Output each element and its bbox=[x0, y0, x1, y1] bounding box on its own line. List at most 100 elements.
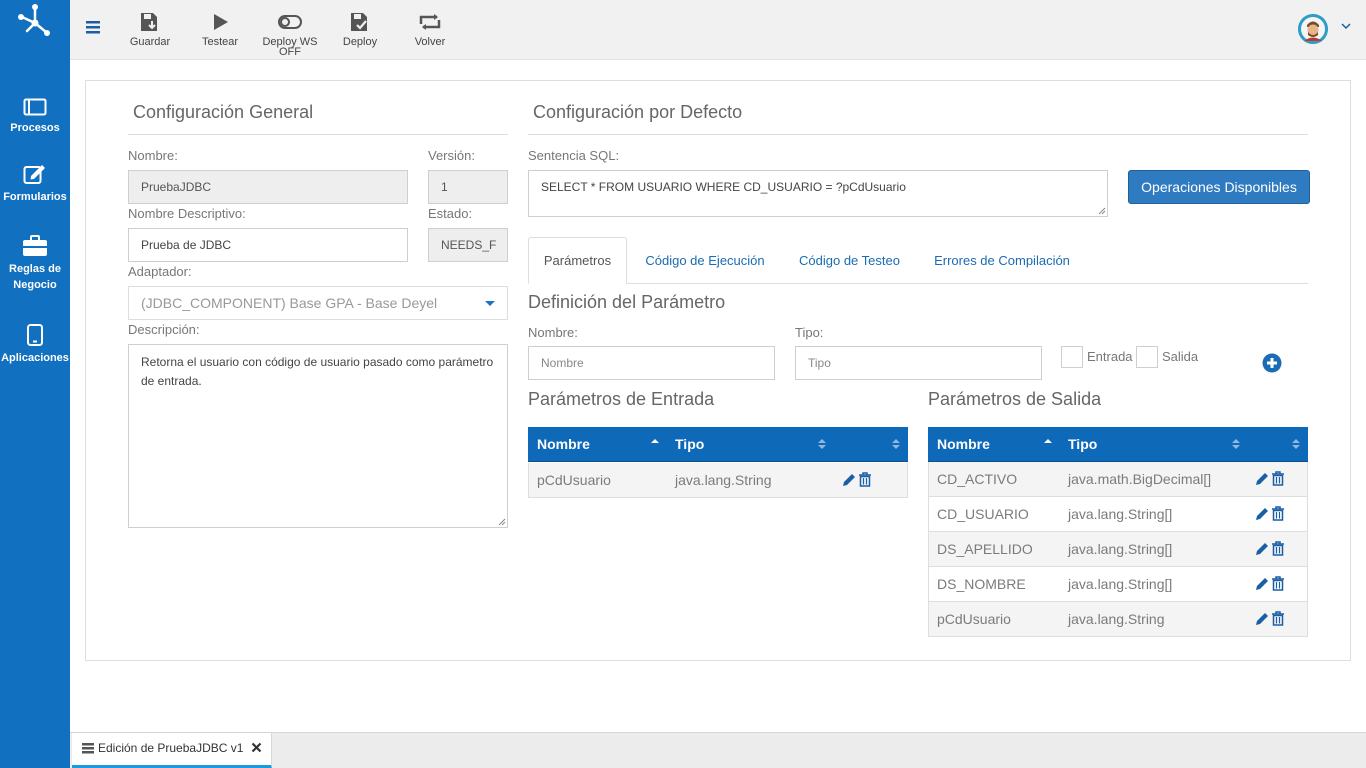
trash-icon[interactable] bbox=[1271, 471, 1285, 486]
deploy-ws-toggle[interactable]: Deploy WS OFF bbox=[255, 12, 325, 58]
sidebar-item-label: Formularios bbox=[3, 191, 67, 203]
cell-nombre: CD_USUARIO bbox=[937, 506, 1029, 522]
edit-icon[interactable] bbox=[842, 472, 857, 487]
adapter-value: (JDBC_COMPONENT) Base GPA - Base Deyel bbox=[141, 295, 438, 311]
trash-icon[interactable] bbox=[1271, 506, 1285, 521]
divider bbox=[128, 134, 508, 135]
resize-handle-icon[interactable] bbox=[498, 518, 506, 526]
salida-checkbox[interactable] bbox=[1136, 346, 1158, 368]
tab-edicion-pruebajdbc[interactable]: Edición de PruebaJDBC v1 bbox=[72, 733, 272, 768]
sort-asc-icon[interactable] bbox=[650, 438, 660, 450]
add-circle-icon[interactable] bbox=[1262, 353, 1282, 373]
sidebar: Procesos Formularios Reglas de Negocio A… bbox=[0, 0, 70, 768]
edit-icon[interactable] bbox=[1255, 541, 1270, 556]
main-card: Configuración General Nombre: PruebaJDBC… bbox=[85, 80, 1351, 661]
toolbar: Guardar Testear Deploy WS OFF Deploy Vol… bbox=[70, 0, 1366, 60]
tab-codigo-ejecucion[interactable]: Código de Ejecución bbox=[637, 237, 773, 283]
tabs-divider bbox=[528, 283, 1308, 284]
toggle-icon bbox=[278, 15, 302, 29]
close-icon[interactable] bbox=[251, 742, 262, 753]
param-def-title: Definición del Parámetro bbox=[528, 292, 726, 312]
cell-nombre: CD_ACTIVO bbox=[937, 471, 1018, 487]
resize-handle-icon[interactable] bbox=[1098, 207, 1106, 215]
entrada-checkbox[interactable] bbox=[1061, 346, 1083, 368]
table-row[interactable]: pCdUsuario java.lang.String bbox=[528, 463, 908, 498]
reglas-icon bbox=[23, 235, 47, 256]
chevron-down-icon bbox=[485, 301, 495, 306]
network-logo-icon[interactable] bbox=[15, 3, 55, 37]
table-header: Nombre Tipo bbox=[528, 427, 908, 462]
description-field[interactable]: Retorna el usuario con código de usuario… bbox=[128, 344, 508, 528]
description-text: Retorna el usuario con código de usuario… bbox=[141, 355, 494, 388]
table-row[interactable]: CD_USUARIO java.lang.String[] bbox=[928, 497, 1308, 532]
return-icon bbox=[419, 14, 441, 30]
tab-parametros[interactable]: Parámetros bbox=[528, 237, 627, 284]
description-label: Descripción: bbox=[128, 322, 200, 337]
avatar[interactable] bbox=[1298, 14, 1328, 44]
desc-name-field[interactable]: Prueba de JDBC bbox=[128, 228, 408, 262]
sidebar-item-aplicaciones[interactable]: Aplicaciones bbox=[0, 324, 70, 366]
formularios-icon bbox=[23, 165, 45, 184]
sidebar-item-label: Aplicaciones bbox=[1, 352, 69, 364]
sidebar-item-reglas[interactable]: Reglas de Negocio bbox=[0, 235, 70, 293]
trash-icon[interactable] bbox=[1271, 611, 1285, 626]
sort-icon[interactable] bbox=[891, 438, 901, 450]
edit-icon[interactable] bbox=[1255, 506, 1270, 521]
operations-button[interactable]: Operaciones Disponibles bbox=[1128, 170, 1310, 204]
cell-tipo: java.lang.String bbox=[1068, 611, 1165, 627]
name-field[interactable]: PruebaJDBC bbox=[128, 170, 408, 204]
cell-nombre: pCdUsuario bbox=[537, 472, 611, 488]
salida-label: Salida bbox=[1162, 349, 1199, 364]
cell-tipo: java.lang.String[] bbox=[1068, 506, 1173, 522]
test-button[interactable]: Testear bbox=[185, 12, 255, 48]
trash-icon[interactable] bbox=[1271, 576, 1285, 591]
deploy-button[interactable]: Deploy bbox=[325, 12, 395, 48]
output-params-title: Parámetros de Salida bbox=[928, 389, 1102, 409]
menu-icon[interactable] bbox=[85, 20, 101, 34]
adapter-label: Adaptador: bbox=[128, 264, 192, 279]
sql-field[interactable]: SELECT * FROM USUARIO WHERE CD_USUARIO =… bbox=[528, 170, 1108, 217]
table-row[interactable]: DS_NOMBRE java.lang.String[] bbox=[928, 567, 1308, 602]
back-button[interactable]: Volver bbox=[395, 12, 465, 48]
list-icon bbox=[82, 743, 94, 754]
save-button[interactable]: Guardar bbox=[115, 12, 185, 48]
column-header-tipo[interactable]: Tipo bbox=[1068, 427, 1097, 462]
cell-tipo: java.lang.String[] bbox=[1068, 541, 1173, 557]
tab-label: Edición de PruebaJDBC v1 bbox=[98, 741, 244, 755]
bottom-tab-bar: Edición de PruebaJDBC v1 bbox=[70, 732, 1366, 768]
cell-nombre: DS_APELLIDO bbox=[937, 541, 1033, 557]
param-name-input[interactable]: Nombre bbox=[528, 346, 775, 380]
save-icon bbox=[141, 13, 157, 31]
version-field[interactable]: 1 bbox=[428, 170, 508, 204]
trash-icon[interactable] bbox=[1271, 541, 1285, 556]
procesos-icon bbox=[23, 98, 47, 116]
state-field[interactable]: NEEDS_F bbox=[428, 228, 508, 262]
edit-icon[interactable] bbox=[1255, 611, 1270, 626]
version-label: Versión: bbox=[428, 148, 475, 163]
column-header-nombre[interactable]: Nombre bbox=[937, 427, 990, 462]
tab-errores-compilacion[interactable]: Errores de Compilación bbox=[926, 237, 1078, 283]
sort-icon[interactable] bbox=[1291, 438, 1301, 450]
trash-icon[interactable] bbox=[858, 472, 872, 487]
cell-nombre: DS_NOMBRE bbox=[937, 576, 1026, 592]
state-label: Estado: bbox=[428, 206, 473, 221]
adapter-select[interactable]: (JDBC_COMPONENT) Base GPA - Base Deyel bbox=[128, 286, 508, 320]
edit-icon[interactable] bbox=[1255, 576, 1270, 591]
column-header-tipo[interactable]: Tipo bbox=[675, 427, 704, 462]
cell-tipo: java.lang.String bbox=[675, 472, 772, 488]
param-name-label: Nombre: bbox=[528, 325, 578, 340]
cell-tipo: java.lang.String[] bbox=[1068, 576, 1173, 592]
tab-codigo-testeo[interactable]: Código de Testeo bbox=[783, 237, 916, 283]
table-row[interactable]: pCdUsuario java.lang.String bbox=[928, 602, 1308, 637]
sort-asc-icon[interactable] bbox=[1043, 438, 1053, 450]
chevron-down-icon[interactable] bbox=[1341, 22, 1351, 30]
table-row[interactable]: DS_APELLIDO java.lang.String[] bbox=[928, 532, 1308, 567]
sidebar-item-procesos[interactable]: Procesos bbox=[0, 98, 70, 136]
sort-icon[interactable] bbox=[817, 438, 827, 450]
sidebar-item-formularios[interactable]: Formularios bbox=[0, 163, 70, 205]
column-header-nombre[interactable]: Nombre bbox=[537, 427, 590, 462]
table-row[interactable]: CD_ACTIVO java.math.BigDecimal[] bbox=[928, 462, 1308, 497]
sort-icon[interactable] bbox=[1231, 438, 1241, 450]
param-type-input[interactable]: Tipo bbox=[795, 346, 1042, 380]
edit-icon[interactable] bbox=[1255, 471, 1270, 486]
